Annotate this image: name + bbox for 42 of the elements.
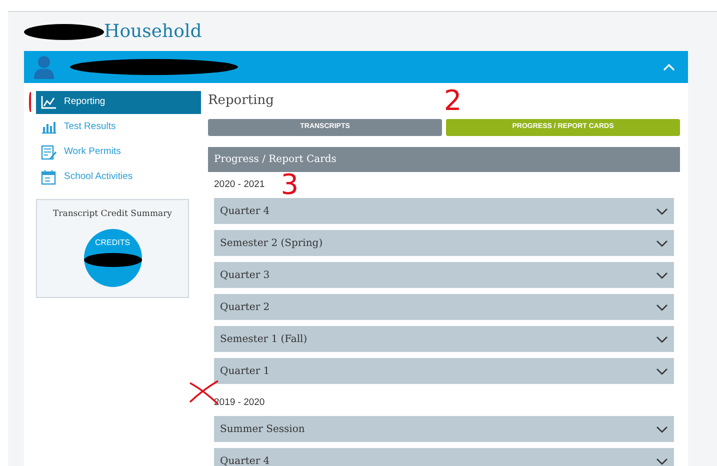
term-label: Semester 1 (Fall): [220, 332, 308, 346]
chevron-down-icon: [656, 424, 668, 434]
collapse-button[interactable]: [662, 62, 676, 72]
term-row[interactable]: Quarter 4: [214, 198, 674, 224]
chevron-up-icon: [662, 62, 676, 72]
year-label: 2020 - 2021: [214, 178, 265, 192]
bar-chart-icon: [41, 120, 57, 135]
term-row[interactable]: Semester 1 (Fall): [214, 326, 674, 352]
term-row[interactable]: Semester 2 (Spring): [214, 230, 674, 256]
term-row[interactable]: Quarter 1: [214, 358, 674, 384]
chevron-down-icon: [656, 366, 668, 376]
person-icon: [34, 55, 54, 79]
term-row[interactable]: Quarter 2: [214, 294, 674, 320]
chevron-down-icon: [656, 456, 668, 466]
term-label: Quarter 2: [220, 300, 271, 314]
annotation-number: 3: [280, 171, 299, 199]
chevron-down-icon: [656, 238, 668, 248]
annotation-number: 2: [444, 87, 462, 115]
page-title: Household: [104, 20, 202, 44]
card-title: Transcript Credit Summary: [53, 208, 172, 221]
redaction-mark: [84, 252, 142, 267]
chevron-down-icon: [656, 206, 668, 216]
chevron-down-icon: [656, 302, 668, 312]
panel-header: Progress / Report Cards: [208, 147, 680, 172]
chevron-down-icon: [656, 270, 668, 280]
nav-item[interactable]: Reporting: [36, 91, 201, 114]
term-row[interactable]: Quarter 4: [214, 448, 674, 466]
term-row[interactable]: Summer Session: [214, 416, 674, 442]
line-chart-icon: [41, 95, 57, 110]
term-label: Quarter 3: [220, 268, 271, 282]
term-label: Semester 2 (Spring): [220, 236, 324, 250]
document-pen-icon: [41, 145, 57, 160]
chevron-down-icon: [656, 334, 668, 344]
credits-label: CREDITS: [94, 236, 130, 249]
term-row[interactable]: Quarter 3: [214, 262, 674, 288]
term-label: Quarter 4: [220, 454, 271, 466]
term-label: Quarter 4: [220, 204, 271, 218]
term-label: Summer Session: [220, 422, 306, 436]
annotation-stroke-drawing: [29, 92, 32, 112]
term-label: Quarter 1: [220, 364, 271, 378]
section-title: Reporting: [208, 92, 274, 110]
calendar-icon: [41, 170, 57, 185]
